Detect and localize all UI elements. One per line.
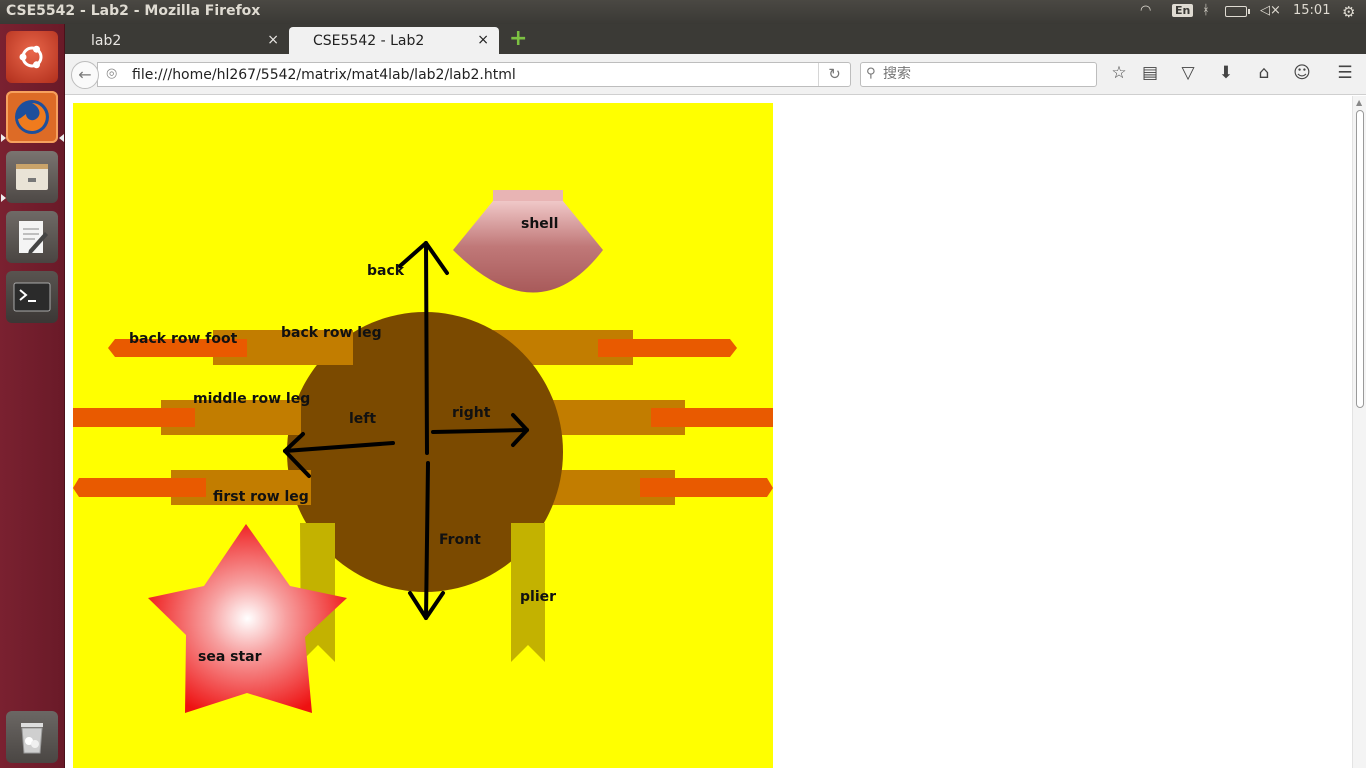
url-bar[interactable]: ◎ file:///home/hl267/5542/matrix/mat4lab… xyxy=(97,62,851,87)
right-middle-foot xyxy=(651,408,773,427)
label-shell: shell xyxy=(521,216,558,232)
vertical-scrollbar[interactable]: ▲ xyxy=(1352,96,1366,768)
download-icon[interactable]: ⬇ xyxy=(1214,63,1238,83)
label-back-row-leg: back row leg xyxy=(281,325,382,341)
label-back-row-foot: back row foot xyxy=(129,331,238,347)
label-plier: plier xyxy=(520,589,556,605)
ubuntu-logo-icon xyxy=(19,45,43,69)
pocket-icon[interactable]: ▽ xyxy=(1176,63,1200,83)
left-first-foot xyxy=(73,478,206,497)
tab-lab2[interactable]: lab2 × xyxy=(67,27,289,54)
text-editor-icon[interactable] xyxy=(6,211,58,263)
firefox-icon[interactable] xyxy=(6,91,58,143)
running-indicator xyxy=(1,134,6,142)
trash-can-icon xyxy=(21,723,43,754)
close-tab-icon[interactable]: × xyxy=(477,32,489,48)
menu-icon[interactable]: ☰ xyxy=(1333,63,1357,83)
terminal-icon[interactable] xyxy=(6,271,58,323)
bookmark-star-icon[interactable]: ☆ xyxy=(1107,63,1131,83)
right-back-foot xyxy=(598,339,737,357)
scrollbar-thumb[interactable] xyxy=(1356,110,1364,408)
top-panel: CSE5542 - Lab2 - Mozilla Firefox ◠ En ᚼ … xyxy=(0,0,1366,24)
clock[interactable]: 15:01 xyxy=(1293,3,1330,18)
firefox-logo-icon xyxy=(15,100,49,134)
reload-button[interactable]: ↻ xyxy=(818,63,850,86)
left-middle-foot xyxy=(73,408,195,427)
url-text[interactable]: file:///home/hl267/5542/matrix/mat4lab/l… xyxy=(132,67,516,83)
files-icon[interactable] xyxy=(6,151,58,203)
volume-muted-icon[interactable]: ◁× xyxy=(1260,3,1281,18)
ubuntu-dash-icon[interactable] xyxy=(6,31,58,83)
close-tab-icon[interactable]: × xyxy=(267,32,279,48)
label-front: Front xyxy=(439,532,481,548)
label-middle-row-leg: middle row leg xyxy=(193,391,310,407)
scroll-up-icon[interactable]: ▲ xyxy=(1356,98,1362,107)
active-indicator xyxy=(59,134,64,142)
webgl-canvas[interactable]: shell back back row foot back row leg mi… xyxy=(73,103,773,768)
keyboard-layout-icon[interactable]: En xyxy=(1172,4,1194,17)
bluetooth-icon[interactable]: ᚼ xyxy=(1202,3,1210,18)
navigation-bar: ◎ file:///home/hl267/5542/matrix/mat4lab… xyxy=(65,54,1366,95)
tab-cse5542-lab2[interactable]: CSE5542 - Lab2 × xyxy=(289,27,499,54)
home-icon[interactable]: ⌂ xyxy=(1252,63,1276,83)
notepad-pencil-icon xyxy=(19,221,48,254)
settings-gear-icon[interactable]: ⚙ xyxy=(1342,3,1355,21)
back-button[interactable]: ← xyxy=(71,61,99,89)
label-left: left xyxy=(349,411,376,427)
launcher xyxy=(0,24,65,768)
search-input[interactable] xyxy=(883,66,1083,82)
label-first-row-leg: first row leg xyxy=(213,489,309,505)
right-first-foot xyxy=(640,478,773,497)
tab-label: CSE5542 - Lab2 xyxy=(313,33,425,49)
search-icon: ⚲ xyxy=(866,66,876,81)
front-arrow-shaft xyxy=(424,461,430,620)
label-sea-star: sea star xyxy=(198,649,262,665)
reading-list-icon[interactable]: ▤ xyxy=(1138,63,1162,83)
running-indicator xyxy=(1,194,6,202)
globe-icon: ◎ xyxy=(106,66,118,81)
battery-icon[interactable] xyxy=(1225,6,1250,17)
right-arrow-shaft xyxy=(431,428,529,434)
trash-icon[interactable] xyxy=(6,711,58,763)
page-content: shell back back row foot back row leg mi… xyxy=(65,96,1352,768)
chat-icon[interactable]: ☺ xyxy=(1290,63,1314,83)
search-box[interactable]: ⚲ xyxy=(860,62,1097,87)
tab-label: lab2 xyxy=(91,33,122,49)
label-back: back xyxy=(367,263,405,279)
back-arrow-shaft xyxy=(424,241,429,455)
wifi-icon[interactable]: ◠ xyxy=(1140,3,1151,18)
label-right: right xyxy=(452,405,491,421)
file-cabinet-icon xyxy=(16,164,48,190)
tab-bar: lab2 × CSE5542 - Lab2 × + xyxy=(65,24,1366,54)
new-tab-button[interactable]: + xyxy=(509,27,527,51)
window-title: CSE5542 - Lab2 - Mozilla Firefox xyxy=(6,3,261,19)
terminal-prompt-icon xyxy=(13,282,51,312)
